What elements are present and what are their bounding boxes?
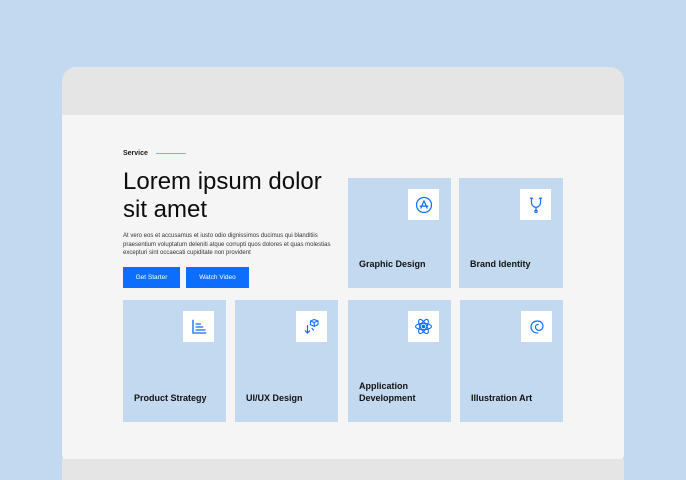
eyebrow-text: Service (123, 150, 148, 157)
service-card-graphic-design[interactable]: Graphic Design (348, 178, 451, 288)
app-store-icon (415, 196, 432, 213)
section-description: At vero eos et accusamus et iusto odio d… (123, 233, 331, 256)
service-section: Service Lorem ipsum dolor sit amet At ve… (62, 115, 624, 459)
stethoscope-icon (529, 197, 542, 213)
service-card-illustration-art[interactable]: Illustration Art (460, 300, 563, 422)
react-icon (415, 318, 432, 335)
card-label: Product Strategy (134, 393, 207, 403)
eyebrow-line (155, 153, 186, 154)
card-icon-box (408, 311, 439, 342)
service-card-product-strategy[interactable]: Product Strategy (123, 300, 226, 422)
card-label: Brand Identity (470, 259, 531, 269)
service-card-ui-ux-design[interactable]: UI/UX Design (235, 300, 338, 422)
service-card-brand-identity[interactable]: Brand Identity (459, 178, 563, 288)
card-icon-box (408, 189, 439, 220)
browser-window: Service Lorem ipsum dolor sit amet At ve… (62, 67, 624, 467)
chart-icon (191, 319, 206, 334)
card-icon-box (521, 311, 552, 342)
card-label: Graphic Design (359, 259, 426, 269)
card-label: Illustration Art (471, 393, 533, 403)
debian-swirl-icon (529, 319, 544, 334)
section-eyebrow: Service (123, 150, 186, 157)
get-starter-button[interactable]: Get Starter (123, 267, 180, 288)
service-card-application-development[interactable]: Application Development (348, 300, 451, 422)
card-icon-box (183, 311, 214, 342)
footer-bar (62, 459, 624, 480)
cube-move-icon (304, 318, 319, 334)
watch-video-button[interactable]: Watch Video (186, 267, 249, 288)
card-icon-box (296, 311, 327, 342)
card-label: UI/UX Design (246, 393, 303, 403)
card-icon-box (520, 189, 551, 220)
card-label: Application Development (359, 381, 416, 403)
page-title: Lorem ipsum dolor sit amet (123, 168, 322, 223)
